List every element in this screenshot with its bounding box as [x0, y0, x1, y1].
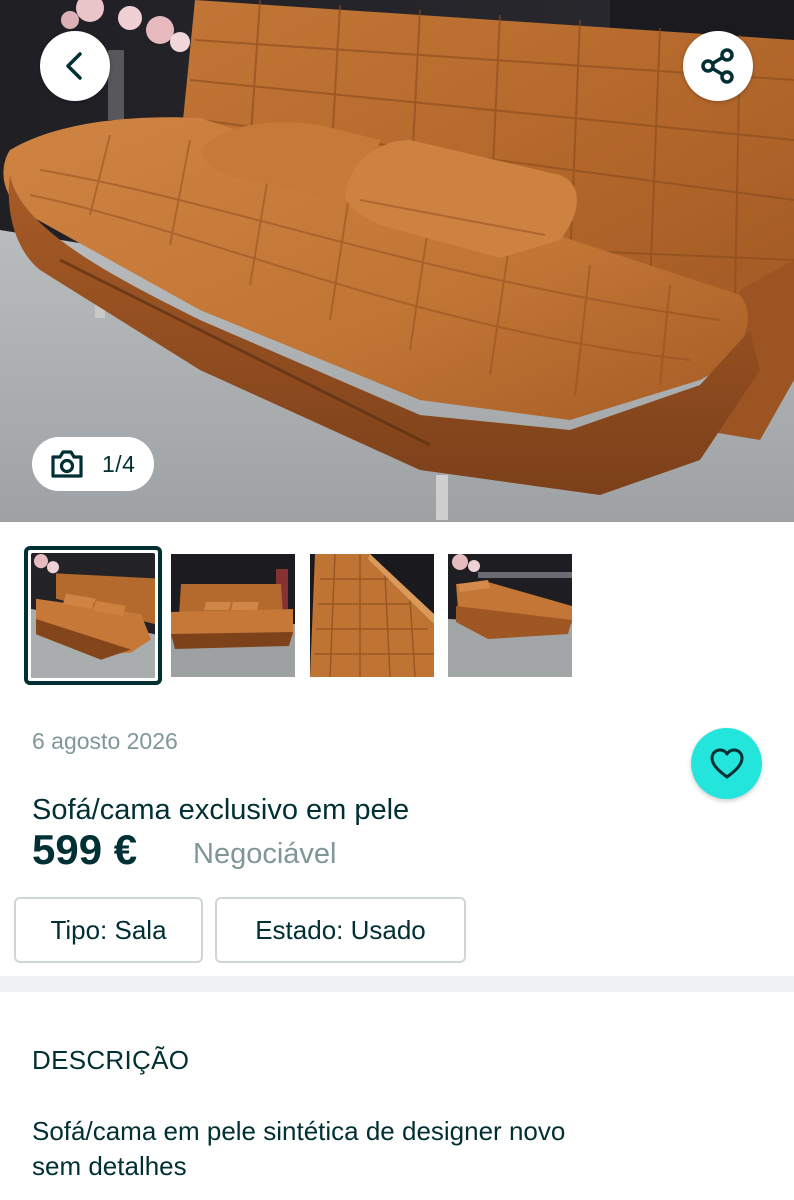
back-button[interactable] [40, 31, 110, 101]
description-line: sem detalhes [32, 1151, 187, 1181]
share-icon [701, 48, 734, 84]
thumbnail-4[interactable] [448, 554, 572, 677]
chevron-left-icon [66, 52, 82, 80]
listing-title: Sofá/cama exclusivo em pele [32, 794, 410, 826]
attribute-tag-type: Tipo: Sala [14, 897, 203, 963]
listing-price: 599 € [32, 826, 138, 873]
attribute-tag-label: Estado: Usado [255, 914, 426, 945]
thumbnail-strip [0, 546, 794, 686]
attribute-tag-label: Tipo: Sala [50, 914, 167, 945]
share-button[interactable] [683, 31, 753, 101]
listing-photo[interactable]: 1/4 [0, 0, 794, 522]
camera-icon [51, 450, 83, 478]
thumbnail-1[interactable] [24, 546, 162, 685]
thumbnail-2[interactable] [171, 554, 295, 677]
listing-date: 6 agosto 2026 [32, 728, 178, 754]
thumbnail-image [31, 553, 155, 678]
negotiable-label: Negociável [193, 838, 337, 870]
description-text: Sofá/cama em pele sintética de designer … [32, 1114, 672, 1184]
thumbnail-image [171, 554, 295, 677]
thumbnail-image [310, 554, 434, 677]
heart-icon [710, 748, 743, 778]
description-line: Sofá/cama em pele sintética de designer … [32, 1116, 566, 1146]
attribute-tag-state: Estado: Usado [215, 897, 466, 963]
description-heading: DESCRIÇÃO [32, 1045, 190, 1075]
photo-counter: 1/4 [102, 450, 136, 477]
thumbnail-image [448, 554, 572, 677]
thumbnail-3[interactable] [310, 554, 434, 677]
favorite-button[interactable] [691, 728, 762, 799]
photo-counter-badge: 1/4 [32, 437, 154, 491]
section-divider [0, 976, 794, 992]
